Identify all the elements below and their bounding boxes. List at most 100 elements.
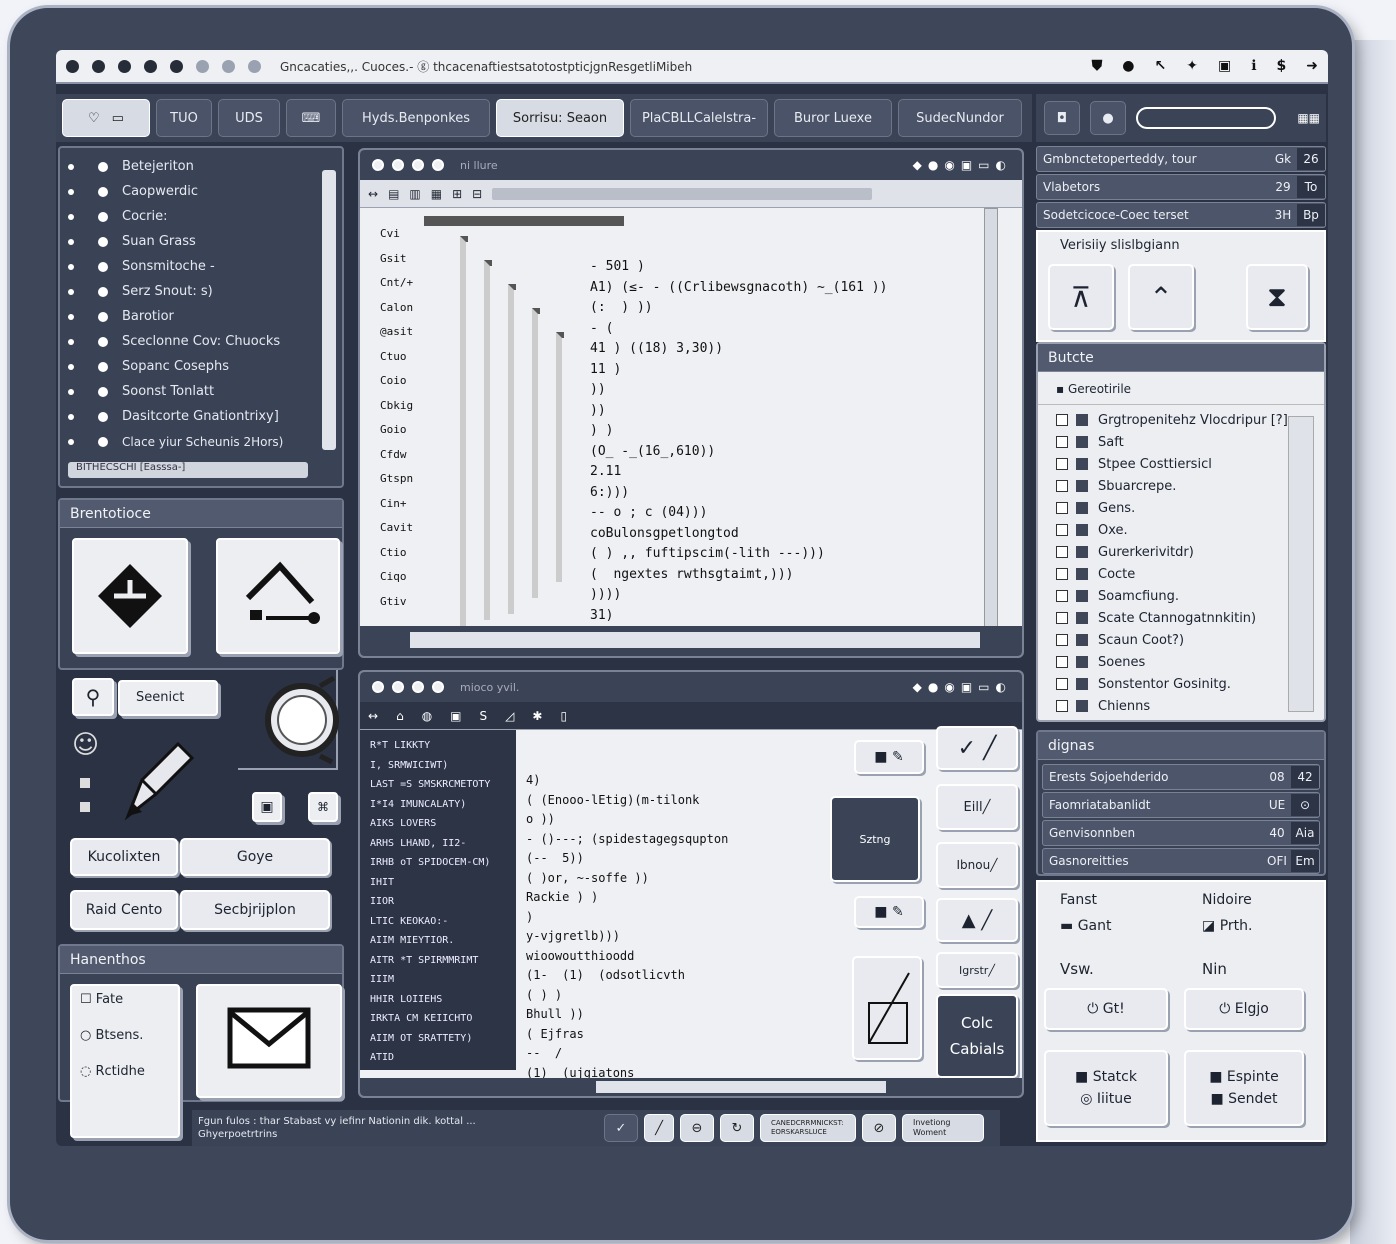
window-dot[interactable] [412,681,424,693]
dignas-row[interactable]: Gasnoreitties OFI Em [1042,848,1320,874]
address-field[interactable] [492,187,873,200]
window-dot[interactable] [248,59,261,73]
info-row[interactable]: Sodetcicoce-Coec terset 3H Bp [1036,202,1326,228]
lock-icon[interactable]: ◍ [422,709,432,723]
ibnou-button[interactable]: Ibnou ╱ [936,842,1018,888]
espinte-card[interactable]: ■ Espinte ■ Sendet [1184,1050,1304,1126]
tool-icon[interactable]: ▤ [388,187,399,201]
sidebar-item[interactable]: Serz Snout: s) [60,279,342,304]
warning-pen-button[interactable]: ▲ ╱ [936,898,1018,942]
tab-uds[interactable]: UDS [218,99,280,137]
tool-icon[interactable]: ▦ [431,187,442,201]
tab-sudec[interactable]: SudecNundor [898,99,1022,137]
tab-tuo[interactable]: TUO [156,99,212,137]
arrow-icon[interactable]: ➜ [1306,58,1318,74]
code-icon[interactable]: ⌘ [308,792,338,822]
file-item[interactable]: Gurerkerivitdr) [1056,541,1324,563]
hanenthos-item[interactable]: ○ Btsens. [80,1028,178,1064]
info-row[interactable]: Gmbnctetoperteddy, tour Gk 26 [1036,146,1326,172]
star-icon[interactable]: ✱ [532,709,542,723]
dignas-row[interactable]: Erests Sojoehderido 08 42 [1042,764,1320,790]
window-dot[interactable] [372,159,384,171]
file-item[interactable]: Soenes [1056,651,1324,673]
sidebar-item[interactable]: Sopanc Cosephs [60,354,342,379]
keyboard-tab[interactable]: ⌨ [286,99,336,137]
search-pill[interactable] [1136,107,1276,129]
sidebar-item[interactable]: Sceclonne Cov: Chuocks [60,329,342,354]
window-dot[interactable] [66,59,79,73]
eill-button[interactable]: Eill ╱ [936,784,1018,830]
dot-icon[interactable]: ● [1090,101,1126,135]
smiley-icon[interactable]: ☺ [72,730,99,760]
arrows-icon[interactable]: ↔ [368,709,378,723]
info-row[interactable]: Vlabetors 29 To [1036,174,1326,200]
editor-top-controls[interactable]: ◆●◉▣▭◐ [913,158,1022,172]
sidebar-item[interactable]: Barotior [60,304,342,329]
horizontal-scrollbar[interactable] [410,632,980,648]
file-item[interactable]: Gens. [1056,497,1324,519]
arrows-icon[interactable]: ↔ [368,187,378,201]
file-item[interactable]: Cocte [1056,563,1324,585]
minus-circle-icon[interactable]: ⊖ [680,1114,714,1142]
window-dot[interactable] [412,159,424,171]
file-item[interactable]: Oxe. [1056,519,1324,541]
window-dot[interactable] [170,59,183,73]
doc-icon[interactable]: ▯ [560,709,567,723]
file-item[interactable]: Sonstentor Gosinitg. [1056,673,1324,695]
collapse-icon[interactable]: ⊼ [1048,264,1114,330]
secbjrijplon-button[interactable]: Secbjrijplon [180,890,330,930]
window-dot[interactable] [144,59,157,73]
globe-icon[interactable]: ● [1122,58,1134,74]
pin-icon[interactable]: ✦ [1186,58,1198,74]
file-item[interactable]: Sbuarcrepe. [1056,475,1324,497]
dignas-row[interactable]: Faomriatabanlidt UE ⊙ [1042,792,1320,818]
slash-circle-icon[interactable]: ⊘ [862,1114,896,1142]
elgjo-button[interactable]: ⏻ Elgjo [1184,988,1304,1030]
sidebar-item[interactable]: Dasitcorte Gnationtrixy] [60,404,342,429]
sidebar-item[interactable]: Cocrie: [60,204,342,229]
check-pen-button[interactable]: ✓ ╱ [936,726,1018,770]
caret-icon[interactable]: ⌃ [1128,264,1194,330]
mail-card[interactable] [196,984,342,1098]
tab-placbll[interactable]: PlaCBLLCalelstra- [630,99,768,137]
home-tab[interactable]: ♡ ▭ [62,99,150,137]
colc-cabials-button[interactable]: Colc Cabials [936,994,1018,1078]
window-dot[interactable] [222,59,235,73]
s-icon[interactable]: S [480,709,488,723]
pen-tool-button[interactable]: ■ ✎ [854,740,924,774]
dollar-icon[interactable]: $ [1277,58,1287,74]
sidebar-item[interactable]: Sonsmitoche - [60,254,342,279]
shield-icon[interactable]: ⛊ [1092,58,1103,74]
dignas-row[interactable]: Genvisonnben 40 Aia [1042,820,1320,846]
info-icon[interactable]: ℹ [1251,58,1256,74]
file-list-scrollbar[interactable] [1288,416,1314,712]
hourglass-icon[interactable]: ⧗ [1246,264,1308,330]
hanenthos-item[interactable]: ☐ Fate [80,992,178,1028]
file-item[interactable]: Stpee Costtiersicl [1056,453,1324,475]
search-button[interactable]: ⚲ [72,678,114,716]
window-dot[interactable] [196,59,209,73]
gant-item[interactable]: ▬ Gant [1060,918,1111,934]
sidebar-scrollbar[interactable] [322,170,336,450]
sidebar-item[interactable]: Suan Grass [60,229,342,254]
tab-hyds[interactable]: Hyds.Benponkes [342,99,490,137]
file-item[interactable]: Scate Ctannogatnnkitin) [1056,607,1324,629]
window-dot[interactable] [392,159,404,171]
window-dot[interactable] [432,681,444,693]
prth-item[interactable]: ◪ Prth. [1202,918,1252,934]
statck-card[interactable]: ■ Statck ◎ Iiitue [1044,1050,1168,1126]
hanenthos-item[interactable]: ◌ Rctidhe [80,1064,178,1100]
igrstr-button[interactable]: Igrstr ╱ [936,952,1018,988]
status-box[interactable]: CANEDCRRMNICKST: EORSKARSLUCE [760,1114,856,1142]
editor-scrollbar[interactable] [984,208,998,628]
file-item[interactable]: Grgtropenitehz Vlocdripur [?] [1056,409,1324,431]
sidebar-footer[interactable]: BITHECSCHI [Easssa-] [68,462,308,478]
kucolixten-button[interactable]: Kucolixten [70,838,178,876]
clock-icon[interactable] [260,674,350,764]
file-item[interactable]: Chienns [1056,695,1324,717]
shape-card[interactable] [216,538,340,654]
tool-icon[interactable]: ▥ [409,187,420,201]
butcte-header[interactable]: ▪ Gereotirile [1038,372,1324,405]
search-field[interactable]: Seenict [118,680,218,716]
edit-icon[interactable]: ╱ [644,1114,674,1142]
